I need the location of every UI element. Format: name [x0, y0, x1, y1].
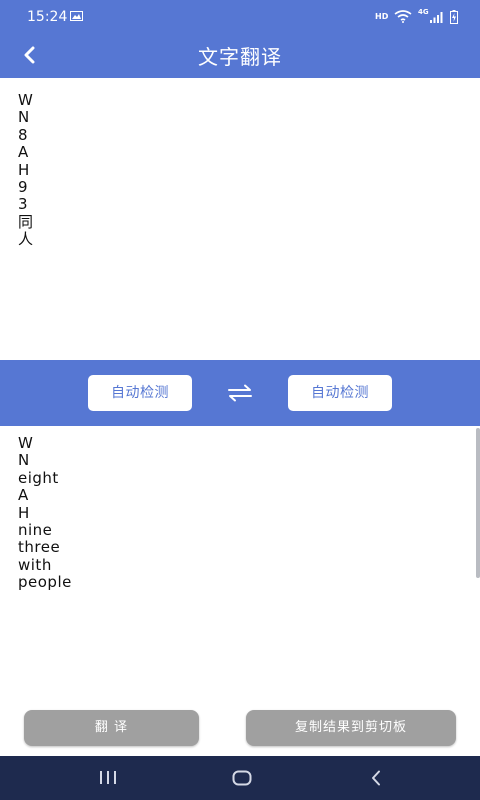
source_text-line: N	[18, 108, 30, 127]
hd-indicator: HD	[375, 12, 389, 21]
home-icon	[232, 770, 252, 786]
home-button[interactable]	[222, 764, 262, 792]
battery-charging-icon	[450, 10, 458, 24]
source_text-line: H	[18, 160, 30, 179]
language-bar: 自动检测 自动检测	[0, 360, 480, 426]
source_text-line: 3	[18, 195, 29, 214]
copy-result-button[interactable]: 复制结果到剪切板	[246, 710, 456, 746]
result_text-line: A	[18, 486, 29, 505]
source_text-line: W	[18, 91, 34, 109]
wifi-icon	[394, 10, 412, 23]
swap-languages-icon[interactable]	[226, 383, 254, 403]
result_text-line: nine	[18, 521, 53, 540]
result_text-line: N	[18, 451, 30, 470]
result-scrollbar[interactable]	[476, 428, 480, 578]
result-panel: W Neight A Hnine three with people 翻 译 复制结果到剪切…	[0, 426, 480, 756]
source-text-input[interactable]: WN8AH93同人	[0, 80, 480, 360]
result_text-line: eight	[18, 468, 59, 487]
result_text-line: with	[18, 555, 52, 574]
result-text-content: W Neight A Hnine three with people	[18, 434, 72, 592]
gallery-notification-icon	[70, 11, 83, 21]
status-time: 15:24	[27, 9, 68, 25]
result_text-line: W	[18, 434, 34, 452]
signal-strength-icon	[430, 12, 443, 23]
translate-button[interactable]: 翻 译	[24, 710, 199, 746]
system-nav-bar	[0, 756, 480, 800]
network-type-indicator: 4G	[418, 8, 429, 16]
page-title: 文字翻译	[198, 45, 282, 69]
target-language-button[interactable]: 自动检测	[288, 375, 392, 411]
back-chevron-icon	[372, 770, 380, 786]
result_text-line: people	[18, 573, 72, 592]
result_text-line: H	[18, 503, 30, 522]
result_text-line: three	[18, 538, 61, 557]
source_text-line: A	[18, 143, 29, 162]
source_text-line: 同	[18, 212, 34, 231]
source_text-line: 人	[18, 230, 34, 249]
source_text-line: 9	[18, 178, 29, 197]
app-bar: 文字翻译	[0, 32, 480, 78]
source_text-line: 8	[18, 125, 29, 144]
recent-apps-icon	[100, 771, 116, 784]
status-bar: 15:24 HD 4G	[0, 0, 480, 32]
recent-apps-button[interactable]	[88, 764, 128, 792]
system-back-button[interactable]	[356, 764, 396, 792]
source-text-content: WN8AH93同人	[18, 91, 34, 249]
source-language-button[interactable]: 自动检测	[88, 375, 192, 411]
